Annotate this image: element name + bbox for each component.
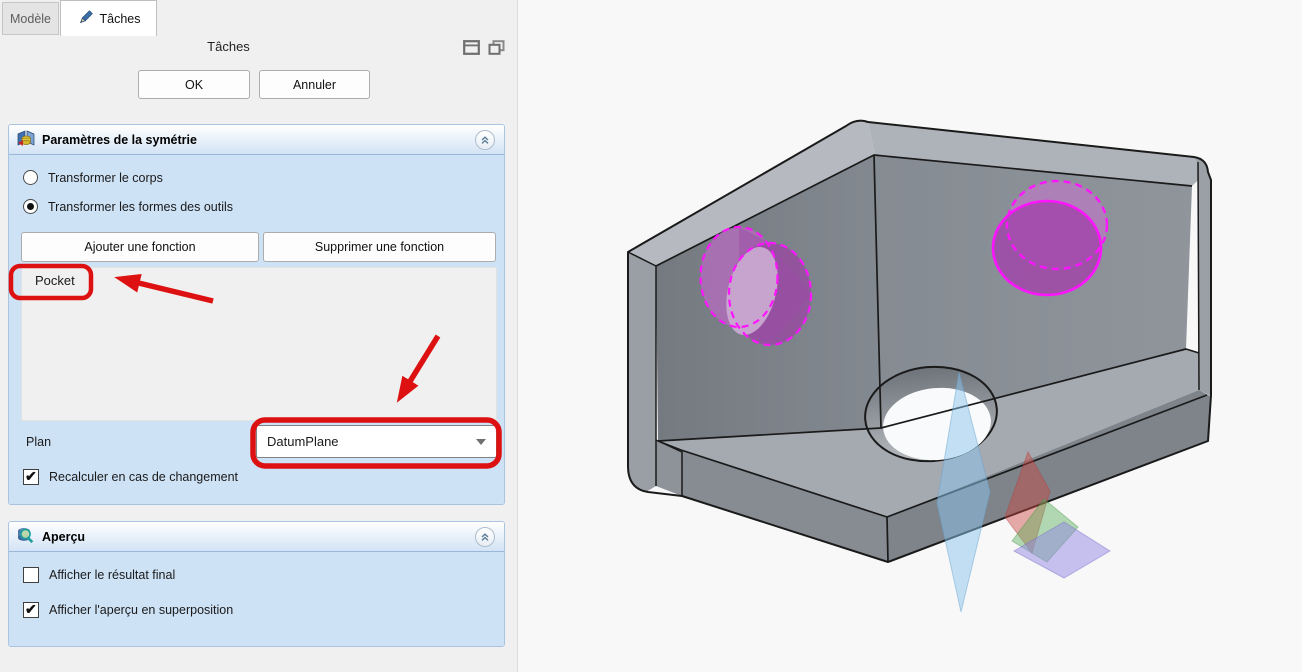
show-overlay-row[interactable]: Afficher l'aperçu en superposition <box>23 602 233 618</box>
show-overlay-label: Afficher l'aperçu en superposition <box>49 603 233 617</box>
preview-section-body: Afficher le résultat final Afficher l'ap… <box>9 552 504 647</box>
dock-panel-icon[interactable] <box>463 40 480 55</box>
tab-model[interactable]: Modèle <box>2 2 59 35</box>
tab-model-label: Modèle <box>10 12 51 26</box>
recompute-label: Recalculer en cas de changement <box>49 470 238 484</box>
radio-transform-toolshapes-control[interactable] <box>23 199 38 214</box>
mirror-section-body: Transformer le corps Transformer les for… <box>9 155 504 505</box>
ok-button[interactable]: OK <box>138 70 250 99</box>
show-final-row[interactable]: Afficher le résultat final <box>23 567 175 583</box>
mirror-parameters-section: Paramètres de la symétrie Transformer le… <box>8 124 505 505</box>
collapse-mirror-icon[interactable] <box>475 130 495 150</box>
task-panel: Modèle Tâches Tâches OK Annuler <box>0 0 517 672</box>
mirrored-feature-icon <box>17 129 35 150</box>
mirror-section-header[interactable]: Paramètres de la symétrie <box>9 125 504 155</box>
preview-section-header[interactable]: Aperçu <box>9 522 504 552</box>
plane-combobox-value: DatumPlane <box>267 434 476 449</box>
mirror-section-title: Paramètres de la symétrie <box>42 133 197 147</box>
feature-list[interactable]: Pocket <box>21 267 497 421</box>
radio-transform-toolshapes-label: Transformer les formes des outils <box>48 200 233 214</box>
list-item-pocket[interactable]: Pocket <box>22 268 496 288</box>
pencil-icon <box>77 9 94 29</box>
remove-feature-button[interactable]: Supprimer une fonction <box>263 232 496 262</box>
freecad-window: Modèle Tâches Tâches OK Annuler <box>0 0 1302 672</box>
tab-tasks[interactable]: Tâches <box>60 0 157 36</box>
bracket-part[interactable] <box>628 121 1211 562</box>
float-panel-icon[interactable] <box>488 40 505 55</box>
tab-tasks-label: Tâches <box>100 12 141 26</box>
cancel-button[interactable]: Annuler <box>259 70 370 99</box>
radio-transform-body[interactable]: Transformer le corps <box>23 170 163 185</box>
task-panel-header: Tâches <box>0 38 517 58</box>
plane-combobox[interactable]: DatumPlane <box>256 425 497 458</box>
radio-transform-body-control[interactable] <box>23 170 38 185</box>
show-overlay-checkbox[interactable] <box>23 602 39 618</box>
3d-viewport[interactable] <box>517 0 1302 672</box>
task-panel-title: Tâches <box>0 39 457 54</box>
radio-transform-body-label: Transformer le corps <box>48 171 163 185</box>
show-final-checkbox[interactable] <box>23 567 39 583</box>
preview-icon <box>17 526 35 547</box>
plane-label: Plan <box>26 435 51 449</box>
collapse-preview-icon[interactable] <box>475 527 495 547</box>
preview-section: Aperçu Afficher le résultat final Affich… <box>8 521 505 647</box>
chevron-down-icon <box>476 439 486 445</box>
preview-section-title: Aperçu <box>42 530 85 544</box>
add-feature-button[interactable]: Ajouter une fonction <box>21 232 259 262</box>
radio-transform-toolshapes[interactable]: Transformer les formes des outils <box>23 199 233 214</box>
recompute-checkbox[interactable] <box>23 469 39 485</box>
show-final-label: Afficher le résultat final <box>49 568 175 582</box>
recompute-checkbox-row[interactable]: Recalculer en cas de changement <box>23 469 238 485</box>
3d-scene[interactable] <box>518 0 1302 672</box>
